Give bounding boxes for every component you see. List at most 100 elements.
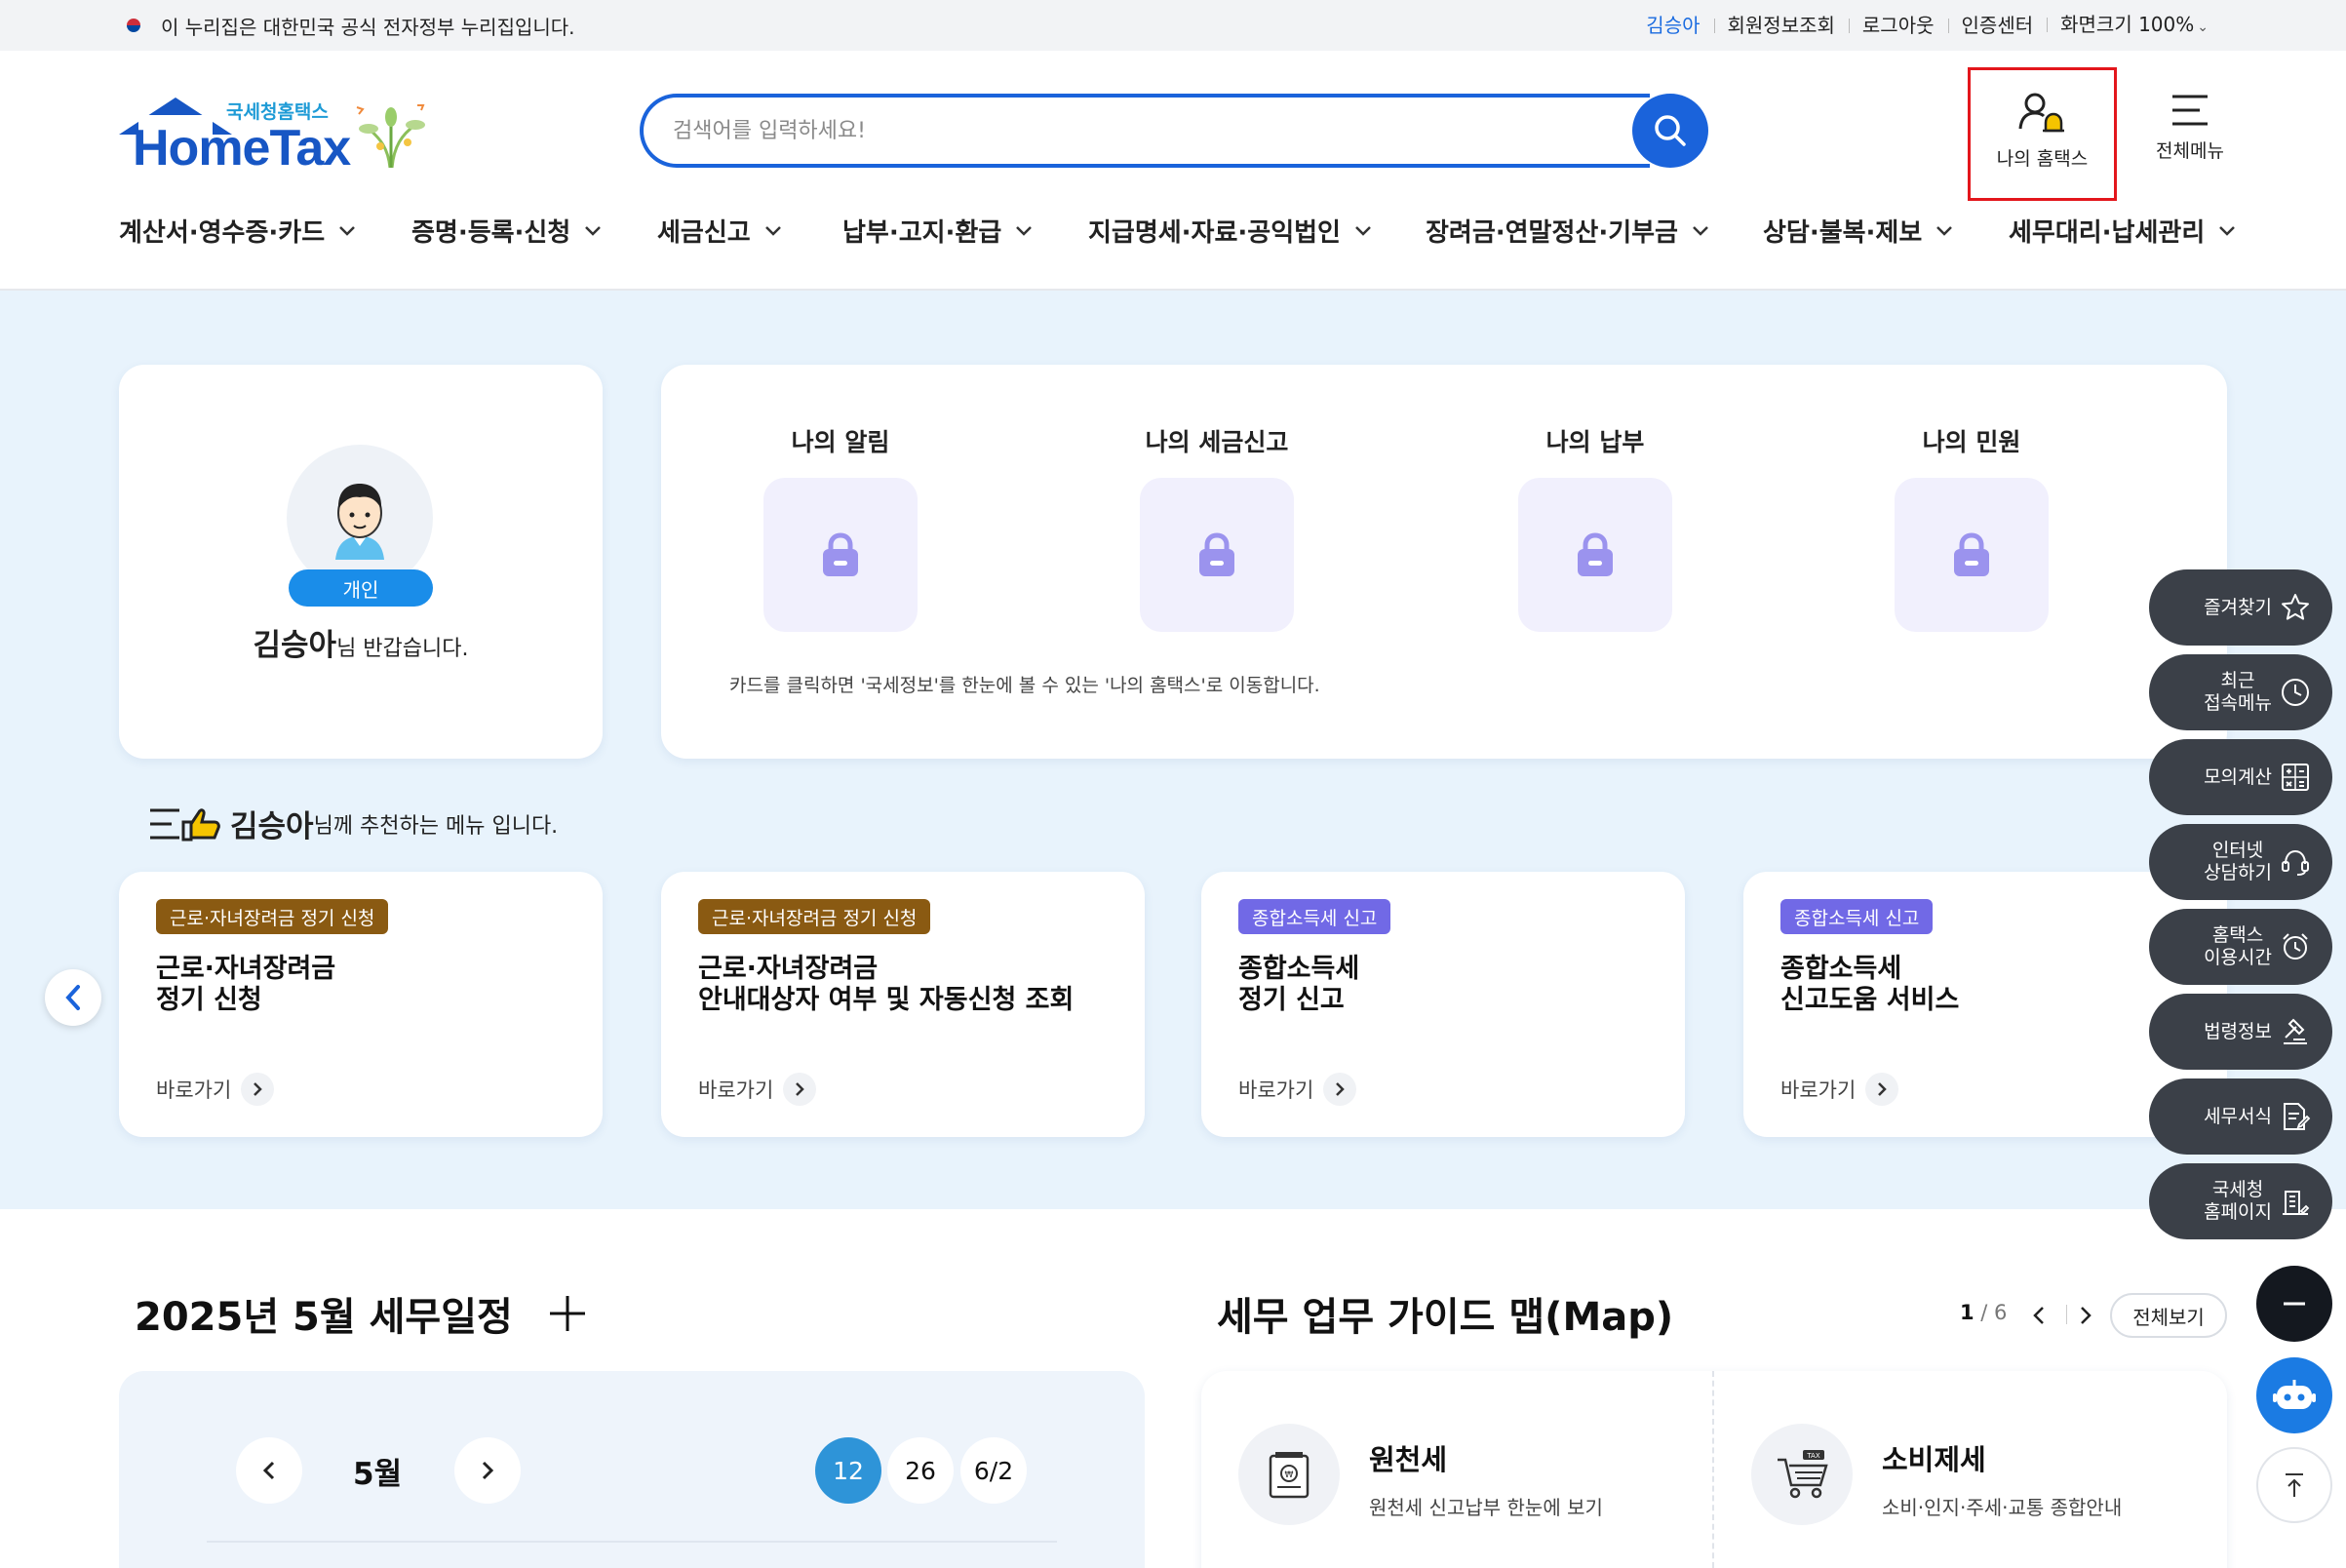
- logout-link[interactable]: 로그아웃: [1848, 0, 1948, 51]
- quick-tax-forms-button[interactable]: 세무서식: [2149, 1078, 2332, 1155]
- recommend-card[interactable]: 종합소득세 신고 종합소득세 정기 신고 바로가기: [1201, 872, 1685, 1137]
- schedule-date-button[interactable]: 6/2: [960, 1437, 1027, 1504]
- building-icon: [2283, 1191, 2310, 1215]
- tile-box: [1518, 478, 1672, 632]
- my-notification-tile[interactable]: 나의 알림: [762, 423, 919, 632]
- my-hometax-note: 카드를 클릭하면 '국세정보'를 한눈에 볼 수 있는 '나의 홈택스'로 이동…: [729, 675, 1320, 696]
- gnb-item-tax-return[interactable]: 세금신고: [657, 213, 782, 249]
- chevron-down-icon: [1355, 225, 1371, 236]
- chevron-left-icon: [2033, 1307, 2044, 1324]
- user-name-link[interactable]: 김승아: [1632, 0, 1713, 51]
- tile-box: [1140, 478, 1294, 632]
- hometax-logo[interactable]: 국세청홈택스 HomeTax: [119, 94, 431, 176]
- star-icon: [2282, 594, 2309, 620]
- profile-card: 개인 김승아님 반갑습니다.: [119, 365, 603, 759]
- schedule-title: 2025년 5월 세무일정: [135, 1295, 513, 1340]
- all-menu-button[interactable]: 전체메뉴: [2141, 70, 2239, 199]
- title-line: 종합소득세: [1238, 954, 1360, 984]
- my-hometax-button[interactable]: 나의 홈택스: [1968, 67, 2117, 201]
- quick-online-consult-button[interactable]: 인터넷 상담하기: [2149, 824, 2332, 900]
- main-navigation: 계산서·영수증·카드 증명·등록·신청 세금신고 납부·고지·환급 지급명세·자…: [0, 201, 2346, 265]
- gnb-item-tax-agent[interactable]: 세무대리·납세관리: [2009, 213, 2236, 249]
- quick-recent-menu-button[interactable]: 최근 접속메뉴: [2149, 654, 2332, 730]
- recommend-tag: 근로·자녀장려금 정기 신청: [698, 899, 931, 934]
- member-info-link[interactable]: 회원정보조회: [1713, 0, 1849, 51]
- quick-law-info-button[interactable]: 법령정보: [2149, 994, 2332, 1070]
- cert-center-link[interactable]: 인증센터: [1947, 0, 2048, 51]
- withholding-doc-icon: ₩: [1238, 1424, 1340, 1525]
- recommend-card[interactable]: 근로·자녀장려금 정기 신청 근로·자녀장려금 정기 신청 바로가기: [119, 872, 603, 1137]
- gnb-item-payment[interactable]: 납부·고지·환급: [842, 213, 1033, 249]
- guide-next-button[interactable]: [2071, 1301, 2100, 1330]
- my-payment-tile[interactable]: 나의 납부: [1517, 423, 1673, 632]
- gov-top-bar: 이 누리집은 대한민국 공식 전자정부 누리집입니다. 김승아 회원정보조회 로…: [0, 0, 2346, 51]
- recommend-card-title: 종합소득세 신고도움 서비스: [1780, 954, 1959, 1016]
- schedule-date-button[interactable]: 12: [815, 1437, 881, 1504]
- minus-icon: [2284, 1302, 2305, 1306]
- guide-map-pager: 1 / 6: [1960, 1301, 2007, 1324]
- quick-label-line: 상담하기: [2204, 862, 2272, 883]
- shortcut-link[interactable]: 바로가기: [156, 1073, 275, 1106]
- title-line: 정기 신고: [1238, 985, 1345, 1015]
- svg-text:₩: ₩: [1285, 1470, 1294, 1480]
- zoom-control[interactable]: 화면크기 100% ⌄: [2047, 0, 2222, 53]
- scroll-to-top-button[interactable]: [2256, 1447, 2332, 1523]
- search-input[interactable]: [673, 98, 1550, 164]
- view-all-button[interactable]: 전체보기: [2110, 1293, 2227, 1338]
- schedule-date-button[interactable]: 26: [887, 1437, 954, 1504]
- quick-nts-homepage-button[interactable]: 국세청 홈페이지: [2149, 1163, 2332, 1239]
- my-tax-return-tile[interactable]: 나의 세금신고: [1139, 423, 1295, 632]
- quick-menu-collapse-button[interactable]: [2256, 1266, 2332, 1342]
- recommend-name: 김승아: [230, 809, 314, 844]
- gnb-item-incentive[interactable]: 장려금·연말정산·기부금: [1426, 213, 1709, 249]
- gnb-item-invoice[interactable]: 계산서·영수증·카드: [119, 213, 356, 249]
- greeting-suffix: 님 반갑습니다.: [336, 637, 469, 661]
- calculator-icon: [2282, 764, 2309, 791]
- utility-menu: 김승아 회원정보조회 로그아웃 인증센터 화면크기 100% ⌄: [1632, 0, 2222, 51]
- shortcut-link[interactable]: 바로가기: [1238, 1073, 1357, 1106]
- shortcut-label: 바로가기: [1238, 1078, 1314, 1102]
- gnb-item-certificate[interactable]: 증명·등록·신청: [411, 213, 602, 249]
- gnb-item-consulting[interactable]: 상담·불복·제보: [1763, 213, 1953, 249]
- my-civil-petition-tile[interactable]: 나의 민원: [1894, 423, 2050, 632]
- guide-prev-button[interactable]: [2024, 1301, 2053, 1330]
- recommend-card[interactable]: 근로·자녀장려금 정기 신청 근로·자녀장려금 안내대상자 여부 및 자동신청 조…: [661, 872, 1145, 1137]
- guide-item-withholding[interactable]: ₩ 원천세 원천세 신고납부 한눈에 보기: [1238, 1424, 1603, 1525]
- page-current: 1: [1960, 1301, 1975, 1324]
- carousel-prev-button[interactable]: [45, 969, 101, 1026]
- all-menu-label: 전체메뉴: [2156, 140, 2224, 162]
- thumbs-up-list-icon: [150, 807, 220, 841]
- gavel-icon: [2284, 1018, 2307, 1044]
- chevron-right-icon: [1323, 1073, 1357, 1106]
- pager-divider: [2066, 1305, 2067, 1324]
- quick-favorites-button[interactable]: 즐겨찾기: [2149, 569, 2332, 646]
- shortcut-link[interactable]: 바로가기: [1780, 1073, 1899, 1106]
- zoom-label: 화면크기 100%: [2060, 12, 2195, 36]
- gnb-item-statements[interactable]: 지급명세·자료·공익법인: [1088, 213, 1372, 249]
- guide-divider: [1712, 1371, 1714, 1568]
- chatbot-button[interactable]: [2256, 1357, 2332, 1433]
- month-prev-button[interactable]: [236, 1437, 302, 1504]
- gnb-item-label: 상담·불복·제보: [1763, 218, 1923, 248]
- gov-notice: 이 누리집은 대한민국 공식 전자정부 누리집입니다.: [120, 0, 575, 51]
- quick-service-hours-button[interactable]: 홈택스 이용시간: [2149, 909, 2332, 985]
- hamburger-icon: [2172, 95, 2208, 126]
- guide-map-title: 세무 업무 가이드 맵(Map): [1217, 1295, 1674, 1340]
- shortcut-link[interactable]: 바로가기: [698, 1073, 817, 1106]
- month-next-button[interactable]: [454, 1437, 521, 1504]
- schedule-divider: [207, 1541, 1057, 1543]
- plus-icon[interactable]: [548, 1294, 587, 1333]
- guide-desc: 소비·인지·주세·교통 종합안내: [1882, 1496, 2123, 1519]
- quick-calculator-button[interactable]: 모의계산: [2149, 739, 2332, 815]
- chevron-down-icon: ⌄: [2197, 19, 2209, 35]
- search-button[interactable]: [1632, 94, 1708, 168]
- quick-label-line: 접속메뉴: [2204, 692, 2272, 714]
- guide-item-consumption-tax[interactable]: TAX 소비제세 소비·인지·주세·교통 종합안내: [1751, 1424, 2122, 1525]
- user-bell-icon: [2018, 93, 2064, 133]
- chevron-right-icon: [241, 1073, 275, 1106]
- arrow-up-icon: [2286, 1473, 2303, 1497]
- quick-label-line: 인터넷: [2211, 840, 2264, 861]
- recommend-tag: 근로·자녀장려금 정기 신청: [156, 899, 389, 934]
- shopping-cart-tax-icon: TAX: [1751, 1424, 1853, 1525]
- user-type-badge: 개인: [289, 569, 433, 607]
